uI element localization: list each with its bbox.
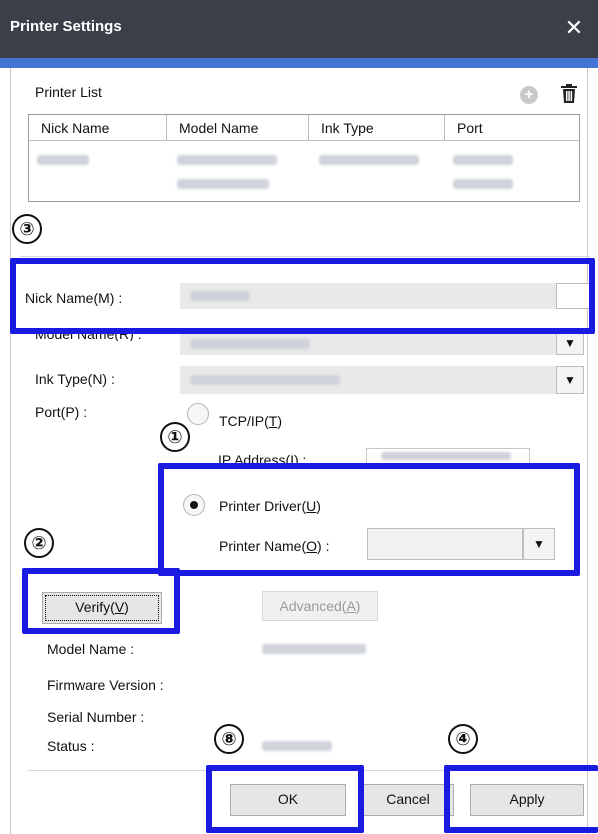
redacted-cell xyxy=(177,155,277,165)
ip-address-input[interactable] xyxy=(366,448,530,464)
redacted-cell xyxy=(319,155,419,165)
ink-type-label: Ink Type(N) : xyxy=(35,371,115,387)
window-title: Printer Settings xyxy=(10,18,122,35)
printer-list-label: Printer List xyxy=(35,84,102,100)
tcpip-label[interactable]: TCP/IP(T) xyxy=(219,413,282,429)
accent-bar xyxy=(0,58,598,68)
port-label: Port(P) : xyxy=(35,404,88,420)
title-bar: Printer Settings ✕ xyxy=(0,0,598,58)
column-header-port[interactable]: Port xyxy=(445,115,579,141)
redacted-cell xyxy=(177,179,269,189)
callout-4-badge: ④ xyxy=(448,724,478,754)
chevron-down-icon[interactable]: ▼ xyxy=(556,366,584,394)
tcpip-radio[interactable] xyxy=(187,403,209,425)
callout-2-badge: ② xyxy=(24,528,54,558)
cancel-button[interactable]: Cancel xyxy=(362,784,454,816)
redacted-value xyxy=(262,644,366,654)
firmware-version-label: Firmware Version : xyxy=(47,677,164,693)
callout-3-badge: ③ xyxy=(12,214,42,244)
callout-8-badge: ⑧ xyxy=(214,724,244,754)
callout-2-frame xyxy=(22,568,180,634)
chevron-down-icon[interactable]: ▼ xyxy=(556,333,584,355)
callout-1-badge: ① xyxy=(160,422,190,452)
verify-model-name-label: Model Name : xyxy=(47,641,135,657)
redacted-value xyxy=(381,452,511,460)
model-name-label: Model Name(R) : xyxy=(35,333,142,341)
trash-icon[interactable] xyxy=(560,84,578,103)
callout-8-frame xyxy=(206,765,364,833)
advanced-button: Advanced(A) xyxy=(262,591,378,621)
printer-list-table[interactable]: Nick Name Model Name Ink Type Port xyxy=(28,114,580,202)
close-button[interactable]: ✕ xyxy=(556,10,592,46)
serial-number-label: Serial Number : xyxy=(47,709,145,725)
ink-type-combo[interactable] xyxy=(180,366,556,394)
callout-4-frame xyxy=(444,765,598,833)
redacted-cell xyxy=(453,179,513,189)
plus-circle-icon[interactable]: + xyxy=(520,86,538,104)
redacted-value xyxy=(190,375,340,385)
column-header-nick-name[interactable]: Nick Name xyxy=(29,115,167,141)
column-header-ink-type[interactable]: Ink Type xyxy=(309,115,445,141)
redacted-cell xyxy=(453,155,513,165)
callout-3-frame xyxy=(10,258,595,334)
callout-1-frame xyxy=(158,463,580,576)
redacted-value xyxy=(190,339,310,349)
redacted-cell xyxy=(37,155,89,165)
redacted-value xyxy=(262,741,332,751)
column-header-model-name[interactable]: Model Name xyxy=(167,115,309,141)
divider xyxy=(20,256,590,257)
model-name-combo[interactable] xyxy=(180,333,556,355)
status-label: Status : xyxy=(47,738,95,754)
